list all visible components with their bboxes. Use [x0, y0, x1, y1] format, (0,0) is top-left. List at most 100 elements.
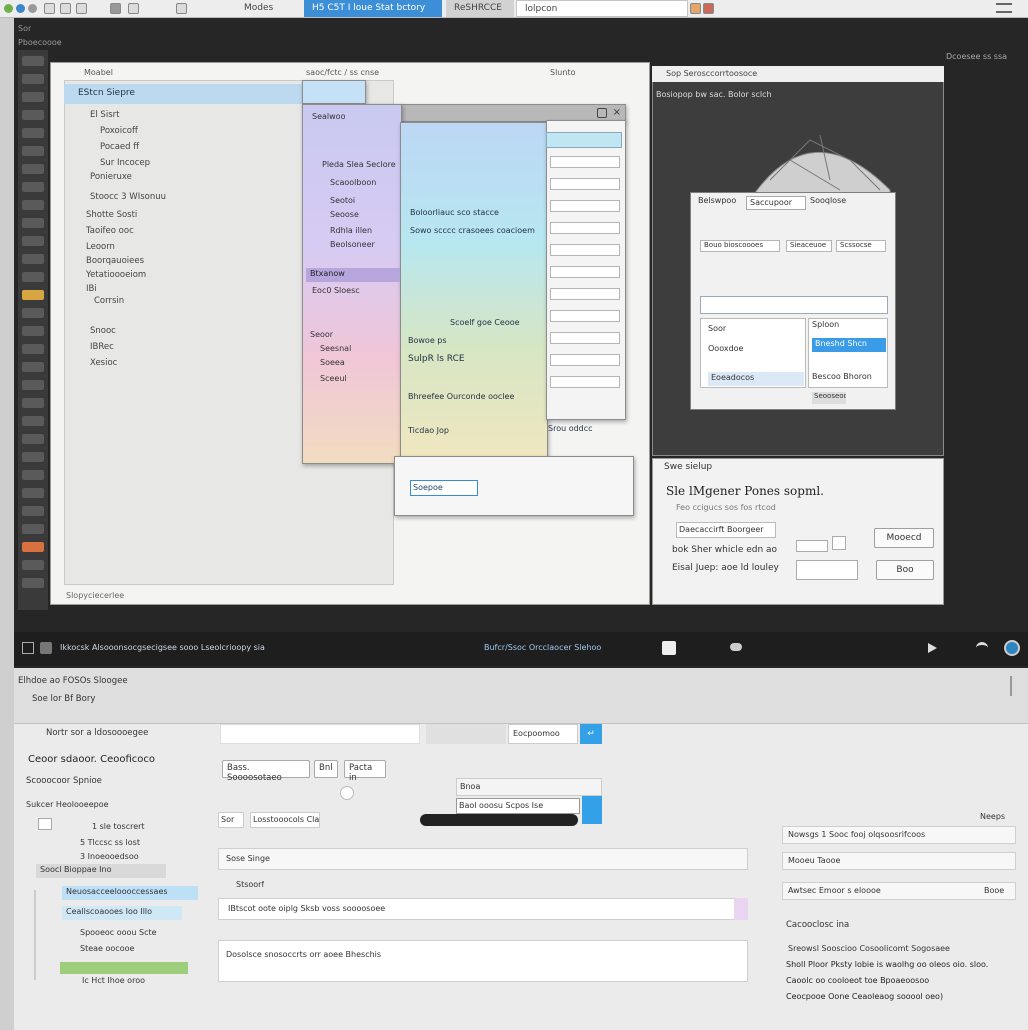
- nav-item[interactable]: 3 Inoeooedsoo: [80, 852, 139, 861]
- tool-icon[interactable]: [22, 470, 44, 480]
- description-box[interactable]: [218, 940, 748, 982]
- tree-item[interactable]: IBi: [86, 284, 97, 294]
- settings-icon[interactable]: [76, 3, 87, 14]
- menu-item[interactable]: Sealwoo: [312, 112, 345, 121]
- wifi-icon[interactable]: [976, 642, 988, 654]
- circle-green-icon[interactable]: [4, 4, 13, 13]
- restore-icon[interactable]: [597, 108, 607, 118]
- filter-chip[interactable]: Bass. Soooosotaeo: [222, 760, 310, 783]
- chat-icon[interactable]: [40, 642, 52, 654]
- menu-item[interactable]: Beolsoneer: [330, 240, 375, 249]
- tool-icon[interactable]: [22, 146, 44, 156]
- tool-icon[interactable]: [22, 452, 44, 462]
- ok-button[interactable]: Boo: [876, 560, 934, 580]
- nav-item[interactable]: Soocl Bioppae Ino: [36, 864, 166, 878]
- tree-item[interactable]: Poxoicoff: [100, 126, 138, 136]
- side-field[interactable]: [550, 332, 620, 344]
- menu-item[interactable]: Seoor: [310, 330, 333, 339]
- toggle-knob[interactable]: [340, 786, 354, 800]
- tool-icon[interactable]: [22, 362, 44, 372]
- search-input[interactable]: [220, 724, 420, 744]
- window-icon[interactable]: [110, 3, 121, 14]
- side-field[interactable]: [550, 156, 620, 168]
- scroll-handle-icon[interactable]: [1010, 676, 1020, 696]
- slider-track[interactable]: [420, 814, 578, 826]
- tool-icon[interactable]: [22, 56, 44, 66]
- tool-icon[interactable]: [22, 218, 44, 228]
- preview-footer-button[interactable]: Seooseoo: [812, 392, 846, 404]
- tool-icon[interactable]: [22, 560, 44, 570]
- nav-heading[interactable]: Ceoor sdaoor. Ceooficoco: [28, 754, 155, 765]
- preview-field[interactable]: Scssocse: [836, 240, 886, 252]
- tree-item[interactable]: Shotte Sosti: [86, 210, 137, 220]
- side-field[interactable]: [550, 288, 620, 300]
- address-bar[interactable]: lolpcon: [516, 0, 688, 17]
- tree-item[interactable]: Yetatioooeiom: [86, 270, 146, 280]
- tool-icon[interactable]: [22, 92, 44, 102]
- side-field[interactable]: [550, 266, 620, 278]
- preview-tab[interactable]: Sooqlose: [810, 196, 846, 205]
- filter-chip[interactable]: Bnl: [314, 760, 338, 778]
- nav-item[interactable]: 5 Tlccsc ss lost: [80, 838, 140, 847]
- side-dialog-tab[interactable]: [546, 132, 622, 148]
- nav-item[interactable]: Ic Hct Ihoe oroo: [82, 976, 145, 985]
- tree-item[interactable]: IBRec: [90, 342, 114, 352]
- menu-item[interactable]: Soeea: [320, 358, 345, 367]
- tree-item[interactable]: Snooc: [90, 326, 116, 336]
- preview-list-item[interactable]: Oooxdoe: [708, 344, 743, 353]
- nav-checkbox[interactable]: [38, 818, 52, 830]
- settings-input[interactable]: [796, 540, 828, 552]
- tool-icon[interactable]: [22, 488, 44, 498]
- settings-checkbox[interactable]: [832, 536, 846, 550]
- dropdown-arrow[interactable]: [582, 796, 602, 824]
- tool-icon[interactable]: [22, 254, 44, 264]
- nav-item[interactable]: 1 sle toscrert: [92, 822, 145, 831]
- menu-item[interactable]: Sceeul: [320, 374, 347, 383]
- tab-modes[interactable]: Modes: [236, 0, 281, 17]
- tool-icon[interactable]: [22, 272, 44, 282]
- tree-item[interactable]: Boorqauoiees: [86, 256, 144, 266]
- tab-resource[interactable]: ReSHRCCE: [446, 0, 514, 17]
- extension-icon[interactable]: [703, 3, 714, 14]
- tree-item[interactable]: Xesioc: [90, 358, 117, 368]
- search-field[interactable]: Eocpoomoo: [508, 724, 578, 744]
- section-bar[interactable]: [218, 848, 748, 870]
- preview-field[interactable]: Sieaceuoe: [786, 240, 832, 252]
- settings-field[interactable]: Daecaccirft Boorgeer: [676, 522, 776, 538]
- menu-item-selected[interactable]: Btxanow: [306, 268, 400, 282]
- tool-icon[interactable]: [22, 578, 44, 588]
- tree-selected-item[interactable]: EStcn Siepre: [64, 84, 304, 104]
- tool-icon[interactable]: [22, 524, 44, 534]
- nav-heading[interactable]: Scooocoor Spnioe: [26, 776, 102, 786]
- preview-list-item[interactable]: Bescoo Bhoron: [812, 372, 872, 381]
- menu-item[interactable]: Seoose: [330, 210, 359, 219]
- menu-item[interactable]: Scaoolboon: [330, 178, 376, 187]
- preview-field[interactable]: Bouo bioscoooes: [700, 240, 780, 252]
- tree-item[interactable]: Ponieruxe: [90, 172, 132, 182]
- side-field[interactable]: [550, 178, 620, 190]
- side-field[interactable]: [550, 244, 620, 256]
- tree-item[interactable]: Leoorn: [86, 242, 115, 252]
- dropdown-option[interactable]: Baol ooosu Scpos Ise: [456, 798, 580, 814]
- filter-chip[interactable]: Pacta in: [344, 760, 386, 783]
- tree-item[interactable]: Sur Incocep: [100, 158, 150, 168]
- nav-item[interactable]: Steae oocooe: [80, 944, 134, 953]
- folder-icon[interactable]: [44, 3, 55, 14]
- menu-item[interactable]: Pleda Slea Seclore: [322, 160, 396, 169]
- cloud-icon[interactable]: [730, 643, 742, 651]
- menu-icon[interactable]: [996, 3, 1012, 13]
- tool-icon[interactable]: [22, 182, 44, 192]
- tool-icon[interactable]: [22, 164, 44, 174]
- tool-icon[interactable]: [22, 308, 44, 318]
- tool-icon[interactable]: [22, 416, 44, 426]
- tool-icon-highlight[interactable]: [22, 290, 44, 300]
- nav-item[interactable]: Ceallscoaooes Ioo Illo: [62, 906, 182, 920]
- settings-input[interactable]: [796, 560, 858, 580]
- preview-list-header[interactable]: [700, 296, 888, 314]
- tab-active[interactable]: H5 C5T I loue Stat bctory: [304, 0, 442, 17]
- nav-heading[interactable]: Sukcer Heolooeepoe: [26, 800, 109, 809]
- close-icon[interactable]: ×: [613, 107, 621, 118]
- tree-item[interactable]: Corrsin: [94, 296, 124, 306]
- search-button[interactable]: ↵: [580, 724, 602, 744]
- play-icon[interactable]: [928, 643, 937, 653]
